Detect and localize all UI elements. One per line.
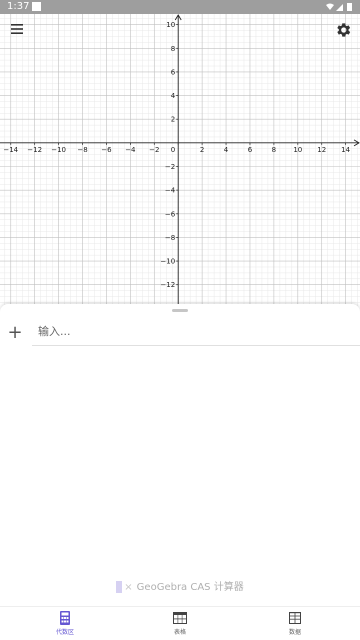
- y-tick-label: −2: [165, 163, 175, 171]
- notification-icon: [32, 2, 41, 11]
- algebra-input[interactable]: [32, 318, 360, 344]
- calculator-icon: [60, 611, 70, 625]
- status-bar: 1:37: [0, 0, 360, 14]
- table-icon: [173, 612, 187, 624]
- signal-icon: [336, 4, 343, 11]
- y-tick-label: 4: [171, 92, 176, 100]
- x-tick-label: 0: [171, 146, 175, 154]
- nav-item-algebra[interactable]: 代数区: [35, 611, 95, 636]
- close-icon: ×: [124, 582, 133, 593]
- wifi-icon: [326, 3, 334, 10]
- x-tick-label: −4: [125, 146, 136, 154]
- x-tick-label: 2: [200, 146, 204, 154]
- panel-drag-handle[interactable]: [172, 309, 188, 312]
- x-tick-label: −10: [51, 146, 66, 154]
- x-tick-label: −8: [77, 146, 87, 154]
- battery-icon: [347, 3, 352, 11]
- y-tick-label: 10: [166, 21, 175, 29]
- nav-item-data[interactable]: 数据: [265, 611, 325, 636]
- geogebra-logo-icon: [116, 581, 123, 593]
- nav-item-table[interactable]: 表格: [150, 611, 210, 636]
- y-tick-label: −12: [160, 281, 175, 289]
- x-tick-label: −2: [149, 146, 159, 154]
- nav-label-data: 数据: [288, 629, 301, 636]
- y-tick-label: 6: [171, 68, 176, 76]
- branding-text: GeoGebra CAS 计算器: [136, 582, 244, 593]
- plus-icon[interactable]: +: [6, 324, 24, 342]
- x-tick-label: −12: [27, 146, 42, 154]
- x-tick-label: 10: [293, 146, 302, 154]
- x-tick-label: 8: [272, 146, 276, 154]
- status-time: 1:37: [7, 1, 30, 12]
- bottom-navigation: 代数区 表格 数据: [0, 606, 360, 640]
- x-tick-label: 4: [224, 146, 229, 154]
- x-tick-label: −6: [101, 146, 112, 154]
- y-tick-label: −6: [165, 210, 176, 218]
- y-tick-label: −4: [165, 187, 176, 195]
- y-tick-label: 2: [171, 116, 175, 124]
- nav-label-table: 表格: [173, 629, 186, 636]
- hamburger-menu-icon[interactable]: [8, 20, 26, 38]
- branding: × GeoGebra CAS 计算器: [0, 578, 360, 593]
- gear-icon[interactable]: [334, 21, 352, 39]
- coordinate-grid[interactable]: −14 −12 −10 −8 −6 −4 −2 0 2 4 6 8 10 12 14 10 8 6 4 2 −2 −4 −6…: [0, 14, 360, 306]
- y-tick-label: 8: [171, 45, 175, 53]
- x-tick-label: 12: [317, 146, 326, 154]
- graphics-view[interactable]: −14 −12 −10 −8 −6 −4 −2 0 2 4 6 8 10 12 14 10 8 6 4 2 −2 −4 −6…: [0, 14, 360, 306]
- algebra-panel: +: [0, 304, 360, 606]
- y-tick-label: −10: [160, 258, 175, 266]
- y-tick-label: −8: [165, 234, 175, 242]
- nav-label-algebra: 代数区: [55, 629, 74, 636]
- x-tick-label: 6: [248, 146, 253, 154]
- status-icons: [326, 3, 352, 11]
- spreadsheet-icon: [289, 612, 301, 624]
- x-tick-label: 14: [341, 146, 350, 154]
- algebra-input-row[interactable]: [32, 318, 360, 346]
- x-tick-label: −14: [3, 146, 18, 154]
